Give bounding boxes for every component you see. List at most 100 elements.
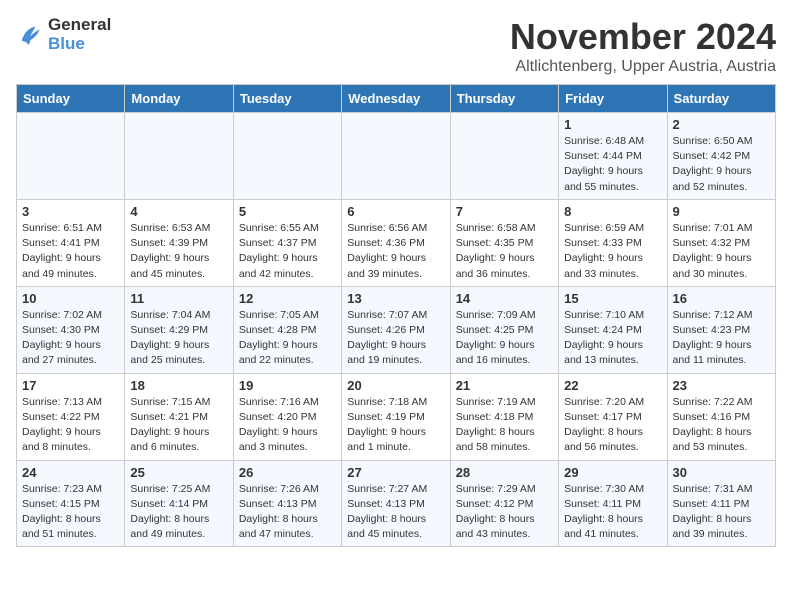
day-number: 9 bbox=[673, 204, 770, 219]
calendar-cell: 25Sunrise: 7:25 AMSunset: 4:14 PMDayligh… bbox=[125, 460, 233, 547]
calendar-cell: 3 Sunrise: 6:51 AMSunset: 4:41 PMDaylight… bbox=[17, 199, 125, 286]
day-number: 10 bbox=[22, 291, 119, 306]
day-number: 8 bbox=[564, 204, 661, 219]
calendar-cell: 23 Sunrise: 7:22 AMSunset: 4:16 PMDayligh… bbox=[667, 373, 775, 460]
day-info: Sunrise: 7:05 AMSunset: 4:28 PMDaylight:… bbox=[239, 308, 336, 369]
month-title: November 2024 bbox=[510, 16, 776, 58]
calendar-week-row: 24 Sunrise: 7:23 AMSunset: 4:15 PMDayligh… bbox=[17, 460, 776, 547]
calendar-cell: 26 Sunrise: 7:26 AMSunset: 4:13 PMDayligh… bbox=[233, 460, 341, 547]
header-wednesday: Wednesday bbox=[342, 85, 450, 113]
calendar-cell: 17 Sunrise: 7:13 AMSunset: 4:22 PMDayligh… bbox=[17, 373, 125, 460]
calendar-cell: 30 Sunrise: 7:31 AMSunset: 4:11 PMDayligh… bbox=[667, 460, 775, 547]
day-number: 3 bbox=[22, 204, 119, 219]
day-info: Sunrise: 7:27 AMSunset: 4:13 PMDaylight:… bbox=[347, 482, 444, 543]
day-info: Sunrise: 7:01 AMSunset: 4:32 PMDaylight:… bbox=[673, 221, 770, 282]
day-number: 1 bbox=[564, 117, 661, 132]
calendar-cell: 8Sunrise: 6:59 AMSunset: 4:33 PMDaylight… bbox=[559, 199, 667, 286]
day-number: 27 bbox=[347, 465, 444, 480]
header-saturday: Saturday bbox=[667, 85, 775, 113]
day-info: Sunrise: 6:51 AMSunset: 4:41 PMDaylight:… bbox=[22, 221, 119, 282]
calendar-cell: 1Sunrise: 6:48 AMSunset: 4:44 PMDaylight… bbox=[559, 113, 667, 200]
calendar-cell: 13 Sunrise: 7:07 AMSunset: 4:26 PMDayligh… bbox=[342, 286, 450, 373]
day-info: Sunrise: 7:20 AMSunset: 4:17 PMDaylight:… bbox=[564, 395, 661, 456]
day-number: 11 bbox=[130, 291, 227, 306]
header-friday: Friday bbox=[559, 85, 667, 113]
header-sunday: Sunday bbox=[17, 85, 125, 113]
day-info: Sunrise: 7:23 AMSunset: 4:15 PMDaylight:… bbox=[22, 482, 119, 543]
header-tuesday: Tuesday bbox=[233, 85, 341, 113]
day-info: Sunrise: 7:12 AMSunset: 4:23 PMDaylight:… bbox=[673, 308, 770, 369]
logo-text: General Blue bbox=[48, 16, 111, 53]
day-info: Sunrise: 7:04 AMSunset: 4:29 PMDaylight:… bbox=[130, 308, 227, 369]
day-info: Sunrise: 7:07 AMSunset: 4:26 PMDaylight:… bbox=[347, 308, 444, 369]
calendar-cell: 4Sunrise: 6:53 AMSunset: 4:39 PMDaylight… bbox=[125, 199, 233, 286]
calendar-week-row: 10 Sunrise: 7:02 AMSunset: 4:30 PMDayligh… bbox=[17, 286, 776, 373]
calendar-cell: 20 Sunrise: 7:18 AMSunset: 4:19 PMDayligh… bbox=[342, 373, 450, 460]
calendar-cell: 16 Sunrise: 7:12 AMSunset: 4:23 PMDayligh… bbox=[667, 286, 775, 373]
day-number: 20 bbox=[347, 378, 444, 393]
day-number: 12 bbox=[239, 291, 336, 306]
day-info: Sunrise: 6:50 AMSunset: 4:42 PMDaylight:… bbox=[673, 134, 770, 195]
day-info: Sunrise: 7:09 AMSunset: 4:25 PMDaylight:… bbox=[456, 308, 553, 369]
calendar-cell: 11 Sunrise: 7:04 AMSunset: 4:29 PMDayligh… bbox=[125, 286, 233, 373]
day-number: 21 bbox=[456, 378, 553, 393]
day-info: Sunrise: 7:16 AMSunset: 4:20 PMDaylight:… bbox=[239, 395, 336, 456]
day-info: Sunrise: 7:10 AMSunset: 4:24 PMDaylight:… bbox=[564, 308, 661, 369]
day-info: Sunrise: 7:18 AMSunset: 4:19 PMDaylight:… bbox=[347, 395, 444, 456]
calendar-cell: 29Sunrise: 7:30 AMSunset: 4:11 PMDayligh… bbox=[559, 460, 667, 547]
calendar-header-row: Sunday Monday Tuesday Wednesday Thursday… bbox=[17, 85, 776, 113]
calendar-cell: 27 Sunrise: 7:27 AMSunset: 4:13 PMDayligh… bbox=[342, 460, 450, 547]
day-number: 28 bbox=[456, 465, 553, 480]
calendar-cell: 2Sunrise: 6:50 AMSunset: 4:42 PMDaylight… bbox=[667, 113, 775, 200]
day-number: 13 bbox=[347, 291, 444, 306]
day-info: Sunrise: 7:13 AMSunset: 4:22 PMDaylight:… bbox=[22, 395, 119, 456]
logo: General Blue bbox=[16, 16, 111, 53]
calendar-cell: 7 Sunrise: 6:58 AMSunset: 4:35 PMDaylight… bbox=[450, 199, 558, 286]
day-number: 4 bbox=[130, 204, 227, 219]
day-number: 19 bbox=[239, 378, 336, 393]
day-info: Sunrise: 7:30 AMSunset: 4:11 PMDaylight:… bbox=[564, 482, 661, 543]
calendar-cell: 24 Sunrise: 7:23 AMSunset: 4:15 PMDayligh… bbox=[17, 460, 125, 547]
calendar-week-row: 3 Sunrise: 6:51 AMSunset: 4:41 PMDaylight… bbox=[17, 199, 776, 286]
day-number: 5 bbox=[239, 204, 336, 219]
day-number: 30 bbox=[673, 465, 770, 480]
calendar-cell: 14 Sunrise: 7:09 AMSunset: 4:25 PMDayligh… bbox=[450, 286, 558, 373]
day-info: Sunrise: 7:22 AMSunset: 4:16 PMDaylight:… bbox=[673, 395, 770, 456]
day-number: 24 bbox=[22, 465, 119, 480]
calendar-cell: 15Sunrise: 7:10 AMSunset: 4:24 PMDayligh… bbox=[559, 286, 667, 373]
calendar-title-section: November 2024 Altlichtenberg, Upper Aust… bbox=[510, 16, 776, 76]
day-info: Sunrise: 6:55 AMSunset: 4:37 PMDaylight:… bbox=[239, 221, 336, 282]
day-info: Sunrise: 6:58 AMSunset: 4:35 PMDaylight:… bbox=[456, 221, 553, 282]
calendar-cell: 21 Sunrise: 7:19 AMSunset: 4:18 PMDayligh… bbox=[450, 373, 558, 460]
day-number: 14 bbox=[456, 291, 553, 306]
day-info: Sunrise: 7:29 AMSunset: 4:12 PMDaylight:… bbox=[456, 482, 553, 543]
calendar-cell: 18Sunrise: 7:15 AMSunset: 4:21 PMDayligh… bbox=[125, 373, 233, 460]
calendar-cell: 22 Sunrise: 7:20 AMSunset: 4:17 PMDayligh… bbox=[559, 373, 667, 460]
calendar-cell bbox=[233, 113, 341, 200]
day-info: Sunrise: 7:31 AMSunset: 4:11 PMDaylight:… bbox=[673, 482, 770, 543]
day-info: Sunrise: 7:02 AMSunset: 4:30 PMDaylight:… bbox=[22, 308, 119, 369]
day-number: 7 bbox=[456, 204, 553, 219]
day-number: 6 bbox=[347, 204, 444, 219]
calendar-table: Sunday Monday Tuesday Wednesday Thursday… bbox=[16, 84, 776, 547]
day-info: Sunrise: 7:25 AMSunset: 4:14 PMDaylight:… bbox=[130, 482, 227, 543]
day-info: Sunrise: 7:19 AMSunset: 4:18 PMDaylight:… bbox=[456, 395, 553, 456]
location-subtitle: Altlichtenberg, Upper Austria, Austria bbox=[510, 58, 776, 76]
day-number: 22 bbox=[564, 378, 661, 393]
day-info: Sunrise: 7:26 AMSunset: 4:13 PMDaylight:… bbox=[239, 482, 336, 543]
calendar-cell: 5 Sunrise: 6:55 AMSunset: 4:37 PMDaylight… bbox=[233, 199, 341, 286]
day-info: Sunrise: 6:56 AMSunset: 4:36 PMDaylight:… bbox=[347, 221, 444, 282]
calendar-cell bbox=[125, 113, 233, 200]
day-number: 16 bbox=[673, 291, 770, 306]
day-number: 23 bbox=[673, 378, 770, 393]
page-header: General Blue November 2024 Altlichtenber… bbox=[16, 16, 776, 76]
day-number: 26 bbox=[239, 465, 336, 480]
calendar-cell bbox=[17, 113, 125, 200]
calendar-cell: 28 Sunrise: 7:29 AMSunset: 4:12 PMDayligh… bbox=[450, 460, 558, 547]
day-number: 17 bbox=[22, 378, 119, 393]
calendar-cell: 9 Sunrise: 7:01 AMSunset: 4:32 PMDaylight… bbox=[667, 199, 775, 286]
calendar-cell: 10 Sunrise: 7:02 AMSunset: 4:30 PMDayligh… bbox=[17, 286, 125, 373]
calendar-week-row: 1Sunrise: 6:48 AMSunset: 4:44 PMDaylight… bbox=[17, 113, 776, 200]
calendar-cell: 19 Sunrise: 7:16 AMSunset: 4:20 PMDayligh… bbox=[233, 373, 341, 460]
calendar-cell: 12 Sunrise: 7:05 AMSunset: 4:28 PMDayligh… bbox=[233, 286, 341, 373]
